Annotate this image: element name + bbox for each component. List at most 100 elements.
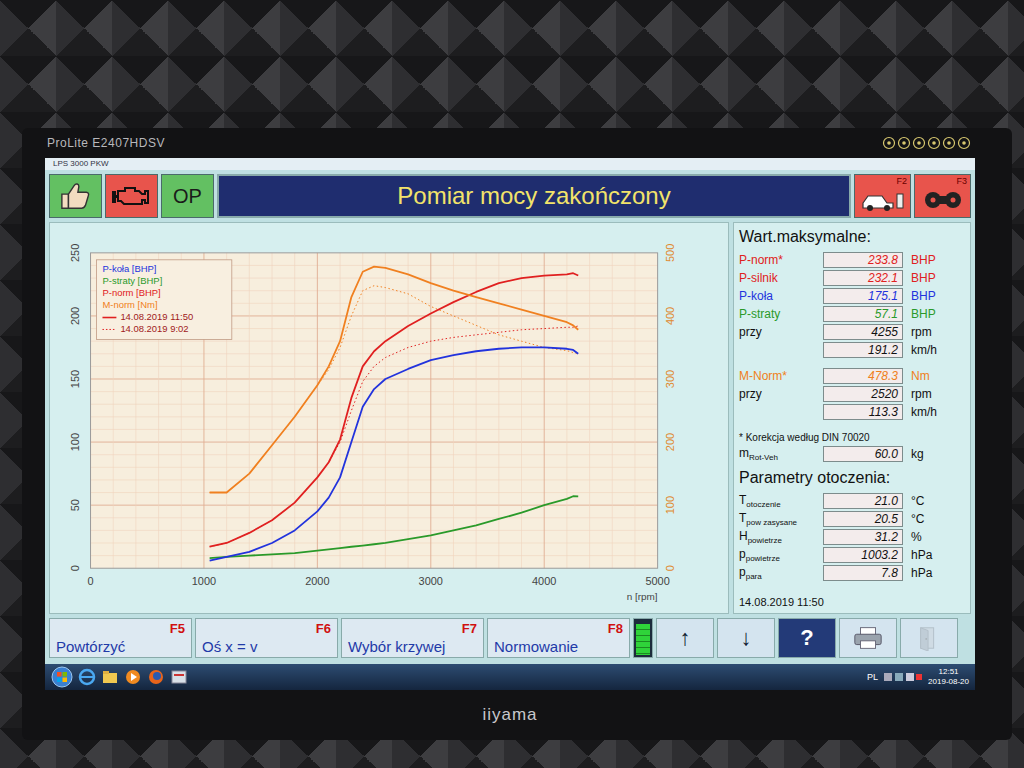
- function-label: Normowanie: [494, 638, 578, 655]
- series-line: [210, 496, 579, 558]
- graphic-part: [103, 671, 109, 674]
- up-button[interactable]: ↑: [656, 618, 714, 658]
- function-keys: PowtórzyćF5Oś x = vF6Wybór krzywejF7Norm…: [49, 618, 971, 658]
- function-key[interactable]: Wybór krzywejF7: [341, 618, 484, 658]
- graphic-part: [950, 198, 955, 203]
- value-unit: kg: [903, 447, 965, 461]
- graphic-part: [902, 141, 906, 145]
- series-line: [210, 286, 579, 493]
- value-unit: hPa: [903, 548, 965, 562]
- exit-icon: [913, 625, 945, 651]
- exit-button[interactable]: [900, 618, 958, 658]
- grid-line: [498, 253, 499, 568]
- graphic-part: [925, 638, 927, 640]
- grid-line: [91, 492, 658, 493]
- value-label: M-Norm*: [739, 369, 823, 383]
- thumbs-up-button[interactable]: [49, 174, 102, 218]
- function-shortcut: F6: [316, 621, 331, 636]
- x-tick: 2000: [305, 575, 329, 587]
- graphic-part: [921, 628, 928, 651]
- rollers-button[interactable]: F3: [914, 174, 971, 218]
- parameter-subscript: para: [746, 572, 762, 581]
- function-shortcut: F5: [170, 621, 185, 636]
- y-left-tick: 100: [69, 433, 81, 451]
- value-unit: °C: [903, 494, 965, 508]
- panel-heading: Parametry otoczenia:: [739, 469, 965, 487]
- value-unit: Nm: [903, 369, 965, 383]
- start-orb-icon: [51, 666, 73, 688]
- graphic-part: [945, 192, 961, 208]
- page: ProLite E2407HDSVLPS 3000 PKWOPPomiar mo…: [0, 128, 1024, 740]
- key-label: F3: [918, 176, 967, 186]
- graphic-part: [884, 673, 892, 681]
- down-button[interactable]: ↓: [717, 618, 775, 658]
- graphic-part: [52, 667, 72, 687]
- value-label: P-norm*: [739, 253, 823, 267]
- graphic-part: [895, 673, 903, 681]
- parameter-subscript: otoczenie: [746, 500, 780, 509]
- parameter-symbol: T: [739, 511, 746, 525]
- graphic-part: [80, 676, 94, 678]
- parameter-row: mRot-Veh60.0kg: [739, 445, 965, 463]
- function-key[interactable]: Oś x = vF6: [195, 618, 338, 658]
- firefox-icon: [147, 668, 165, 686]
- text-button[interactable]: OP: [161, 174, 214, 218]
- icon-box: [918, 186, 967, 212]
- car-icon: [861, 186, 905, 212]
- graphic-part: [172, 671, 186, 683]
- value-unit: BHP: [903, 253, 965, 267]
- model-label: ProLite E2407HDSV: [47, 136, 165, 150]
- value-unit: %: [903, 530, 965, 544]
- car-button[interactable]: F2: [854, 174, 911, 218]
- icon-box: [858, 186, 907, 212]
- graphic-part: [860, 641, 875, 649]
- grid-line: [612, 253, 613, 568]
- graphic-part: [63, 672, 68, 677]
- graphic-part: [962, 141, 966, 145]
- graphic-part: [867, 205, 873, 211]
- function-label: Powtórzyć: [56, 638, 125, 655]
- function-label: Wybór krzywej: [348, 638, 445, 655]
- bezel-bottom: iiyama: [45, 690, 975, 740]
- y-right-tick: 300: [664, 370, 676, 388]
- button-label: ↓: [741, 625, 752, 651]
- y-left-tick: 50: [69, 499, 81, 511]
- tray-icon: [883, 671, 923, 683]
- brand-logo: iiyama: [482, 705, 537, 725]
- grid-line: [408, 253, 409, 568]
- taskbar: PL 12:512019-08-20: [45, 664, 975, 690]
- parameter-symbol: p: [739, 565, 746, 579]
- value-box: 57.1: [823, 306, 903, 322]
- grid-line: [91, 429, 658, 430]
- button-content: [913, 625, 945, 651]
- language-indicator[interactable]: PL: [867, 672, 878, 682]
- print-icon: [852, 625, 884, 651]
- grid-line: [91, 479, 658, 480]
- clock[interactable]: 12:512019-08-20: [928, 667, 969, 687]
- value-row: przy2520rpm: [739, 385, 965, 403]
- app-caption: LPS 3000 PKW: [45, 158, 975, 170]
- grid-line: [453, 253, 454, 568]
- print-button[interactable]: [839, 618, 897, 658]
- parameter-subscript: Rot-Veh: [749, 453, 778, 462]
- y-right-tick: 400: [664, 307, 676, 325]
- engine-button[interactable]: [105, 174, 158, 218]
- value-unit: hPa: [903, 566, 965, 580]
- value-unit: °C: [903, 512, 965, 526]
- value-label: przy: [739, 387, 823, 401]
- value-box: 4255: [823, 324, 903, 340]
- graphic-part: [930, 198, 935, 203]
- parameter-symbol: m: [739, 446, 749, 460]
- value-box: 191.2: [823, 342, 903, 358]
- graphic-part: [103, 673, 117, 683]
- x-axis-label: n [rpm]: [627, 591, 658, 602]
- y-right-tick: 200: [664, 433, 676, 451]
- grid-line: [91, 542, 658, 543]
- grid-line: [91, 555, 658, 556]
- help-button[interactable]: ?: [778, 618, 836, 658]
- function-key[interactable]: NormowanieF8: [487, 618, 630, 658]
- function-key[interactable]: Powtórzyć F5: [49, 618, 192, 658]
- graphic-part: [57, 672, 62, 677]
- parameter-row: ppara7.8hPa: [739, 564, 965, 582]
- graphic-part: [884, 138, 895, 149]
